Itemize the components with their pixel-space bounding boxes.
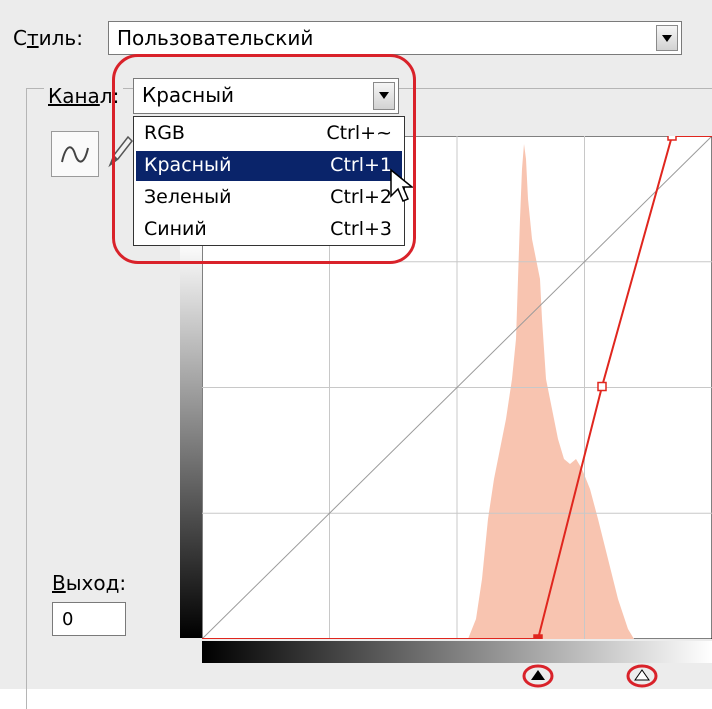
style-label-part: С xyxy=(13,26,27,50)
style-label: Стиль: xyxy=(13,26,83,50)
curve-tool-button[interactable] xyxy=(51,131,99,177)
chevron-down-icon[interactable] xyxy=(656,25,678,51)
style-label-accel: т xyxy=(26,26,39,50)
curves-panel: Стиль: Пользовательский Канал: Красный В… xyxy=(0,0,712,709)
output-label-accel: В xyxy=(52,571,66,595)
output-value: 0 xyxy=(62,609,74,630)
curve-icon xyxy=(61,146,89,163)
output-field[interactable]: 0 xyxy=(52,602,126,636)
style-select-value: Пользовательский xyxy=(117,26,314,50)
curve-control-point[interactable] xyxy=(533,634,543,639)
output-label-rest: ыход: xyxy=(65,571,127,595)
white-point-slider[interactable] xyxy=(625,664,659,688)
highlight-ring xyxy=(112,54,416,264)
curve-control-point[interactable] xyxy=(667,136,677,141)
curve-control-point[interactable] xyxy=(597,381,607,392)
output-gradient-bar xyxy=(180,240,202,638)
output-label: Выход: xyxy=(52,571,126,595)
black-point-slider[interactable] xyxy=(521,664,555,688)
channel-label-accel: Кана xyxy=(48,84,100,108)
style-select[interactable]: Пользовательский xyxy=(108,21,682,55)
style-label-rest: иль: xyxy=(38,26,83,50)
input-gradient-bar xyxy=(202,641,712,663)
